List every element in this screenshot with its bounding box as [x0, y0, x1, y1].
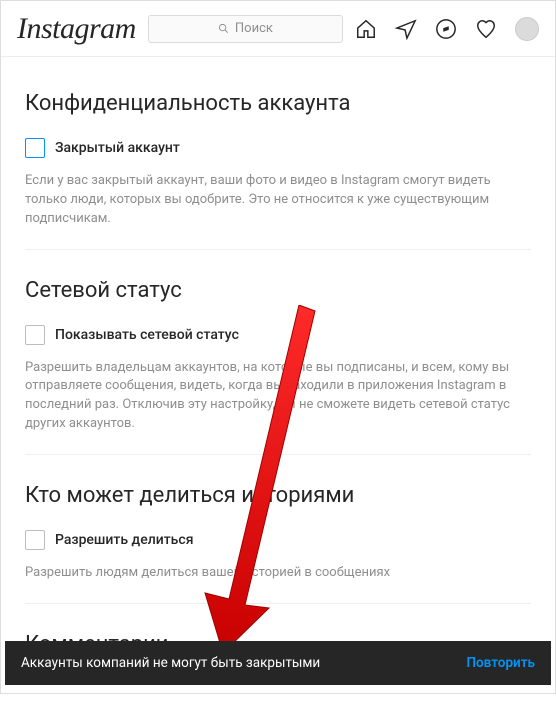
search-placeholder: Поиск	[235, 21, 273, 36]
messages-icon[interactable]	[395, 18, 417, 40]
avatar[interactable]	[515, 17, 539, 41]
activity-icon[interactable]	[475, 18, 497, 40]
story-share-description: Разрешить людям делиться вашей историей …	[25, 564, 531, 583]
error-toast: Аккаунты компаний не могут быть закрытым…	[5, 641, 551, 685]
activity-status-description: Разрешить владельцам аккаунтов, на котор…	[25, 359, 531, 434]
private-account-row[interactable]: Закрытый аккаунт	[25, 138, 531, 158]
section-activity: Сетевой статус Показывать сетевой статус…	[25, 250, 531, 455]
nav-icons	[355, 17, 539, 41]
activity-status-label: Показывать сетевой статус	[55, 327, 239, 343]
private-account-label: Закрытый аккаунт	[55, 140, 180, 156]
search-input[interactable]: Поиск	[148, 15, 343, 43]
toast-message: Аккаунты компаний не могут быть закрытым…	[21, 655, 320, 671]
story-share-label: Разрешить делиться	[55, 532, 193, 548]
section-title-story: Кто может делиться историями	[25, 483, 531, 508]
retry-button[interactable]: Повторить	[466, 655, 535, 671]
section-title-activity: Сетевой статус	[25, 278, 531, 303]
story-share-checkbox[interactable]	[25, 530, 45, 550]
story-share-row[interactable]: Разрешить делиться	[25, 530, 531, 550]
instagram-logo[interactable]: Instagram	[17, 12, 136, 46]
private-account-description: Если у вас закрытый аккаунт, ваши фото и…	[25, 172, 531, 229]
home-icon[interactable]	[355, 18, 377, 40]
activity-status-row[interactable]: Показывать сетевой статус	[25, 325, 531, 345]
private-account-checkbox[interactable]	[25, 138, 45, 158]
section-privacy: Конфиденциальность аккаунта Закрытый акк…	[25, 63, 531, 250]
section-story: Кто может делиться историями Разрешить д…	[25, 455, 531, 604]
search-icon	[218, 23, 229, 34]
app-header: Instagram Поиск	[1, 1, 555, 57]
activity-status-checkbox[interactable]	[25, 325, 45, 345]
settings-content: Конфиденциальность аккаунта Закрытый акк…	[1, 57, 555, 719]
section-title-privacy: Конфиденциальность аккаунта	[25, 91, 531, 116]
explore-icon[interactable]	[435, 18, 457, 40]
